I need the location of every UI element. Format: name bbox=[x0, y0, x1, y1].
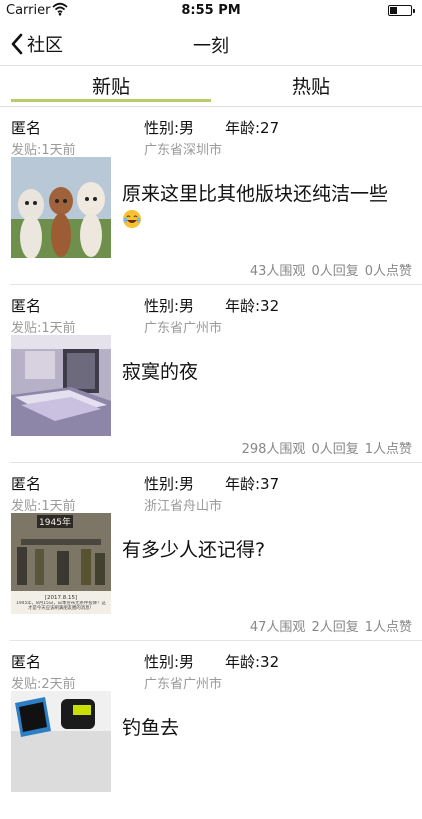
post-age: 年龄:32 bbox=[225, 297, 280, 315]
post-thumbnail-bedroom[interactable] bbox=[11, 335, 111, 436]
battery-icon bbox=[388, 5, 415, 16]
post-thumbnail-alpacas[interactable] bbox=[11, 157, 111, 258]
post-title: 原来这里比其他版块还纯洁一些 bbox=[122, 181, 412, 233]
post-author: 匿名 bbox=[11, 653, 42, 671]
post-feed: 匿名 性别:男 年龄:27 发贴:1天前 广东省深圳市 原来这里比其他版块还纯洁… bbox=[0, 107, 422, 819]
tab-hot-posts[interactable]: 热贴 bbox=[211, 67, 411, 107]
post-author: 匿名 bbox=[11, 475, 42, 493]
image-caption-text: 1945年，8月15日，日本宣布无条件投降！这才是今天应该刷满朋友圈的消息！ bbox=[16, 601, 106, 612]
post-title: 有多少人还记得? bbox=[122, 539, 266, 561]
views-count: 47人围观 bbox=[249, 620, 306, 635]
image-year-text: 1945年 bbox=[39, 516, 71, 528]
post-stats: 47人围观 2人回复 1人点赞 bbox=[244, 616, 412, 635]
laughing-tears-emoji-icon bbox=[122, 209, 142, 229]
post-stats: 298人围观 0人回复 1人点赞 bbox=[236, 438, 412, 457]
post-title: 寂寞的夜 bbox=[122, 361, 199, 383]
post-gender: 性别:男 bbox=[144, 653, 195, 671]
likes-count: 1人点赞 bbox=[364, 442, 412, 457]
post-age: 年龄:32 bbox=[225, 653, 280, 671]
post-age: 年龄:37 bbox=[225, 475, 280, 493]
post-location: 广东省深圳市 bbox=[144, 143, 223, 158]
post-gender: 性别:男 bbox=[144, 297, 195, 315]
post-time: 发贴:1天前 bbox=[11, 143, 76, 158]
likes-count: 1人点赞 bbox=[364, 620, 412, 635]
replies-count: 0人回复 bbox=[311, 442, 359, 457]
navigation-bar: 社区 一刻 bbox=[0, 22, 422, 66]
post-title: 钓鱼去 bbox=[122, 717, 180, 739]
post-time: 发贴:2天前 bbox=[11, 677, 76, 692]
clock-time: 8:55 PM bbox=[181, 3, 241, 18]
post-gender: 性别:男 bbox=[144, 475, 195, 493]
page-title: 一刻 bbox=[193, 36, 229, 57]
replies-count: 0人回复 bbox=[311, 264, 359, 279]
post-author: 匿名 bbox=[11, 119, 42, 137]
likes-count: 0人点赞 bbox=[364, 264, 412, 279]
post-gender: 性别:男 bbox=[144, 119, 195, 137]
replies-count: 2人回复 bbox=[311, 620, 359, 635]
views-count: 298人围观 bbox=[241, 442, 306, 457]
post-item[interactable]: 匿名 性别:男 年龄:27 发贴:1天前 广东省深圳市 原来这里比其他版块还纯洁… bbox=[0, 107, 422, 285]
post-thumbnail-historical[interactable]: 1945年 [2017.8.15] 1945年，8月15日，日本宣布无条件投降！… bbox=[11, 513, 111, 614]
post-location: 浙江省舟山市 bbox=[144, 499, 223, 514]
post-item[interactable]: 匿名 性别:男 年龄:37 发贴:1天前 浙江省舟山市 1945年 [2017.… bbox=[0, 463, 422, 641]
post-stats: 43人围观 0人回复 0人点赞 bbox=[244, 260, 412, 279]
post-time: 发贴:1天前 bbox=[11, 321, 76, 336]
status-bar: Carrier 8:55 PM bbox=[0, 0, 422, 22]
post-author: 匿名 bbox=[11, 297, 42, 315]
post-time: 发贴:1天前 bbox=[11, 499, 76, 514]
post-age: 年龄:27 bbox=[225, 119, 280, 137]
views-count: 43人围观 bbox=[249, 264, 306, 279]
post-title-text: 原来这里比其他版块还纯洁一些 bbox=[122, 183, 389, 205]
post-item[interactable]: 匿名 性别:男 年龄:32 发贴:1天前 广东省广州市 寂寞的夜 298人围观 0… bbox=[0, 285, 422, 463]
post-item[interactable]: 匿名 性别:男 年龄:32 发贴:2天前 广东省广州市 钓鱼去 bbox=[0, 641, 422, 819]
active-tab-indicator bbox=[11, 99, 211, 102]
post-thumbnail-fishing[interactable] bbox=[11, 691, 111, 792]
post-location: 广东省广州市 bbox=[144, 677, 223, 692]
tab-bar: 新贴 热贴 bbox=[0, 67, 422, 107]
post-location: 广东省广州市 bbox=[144, 321, 223, 336]
